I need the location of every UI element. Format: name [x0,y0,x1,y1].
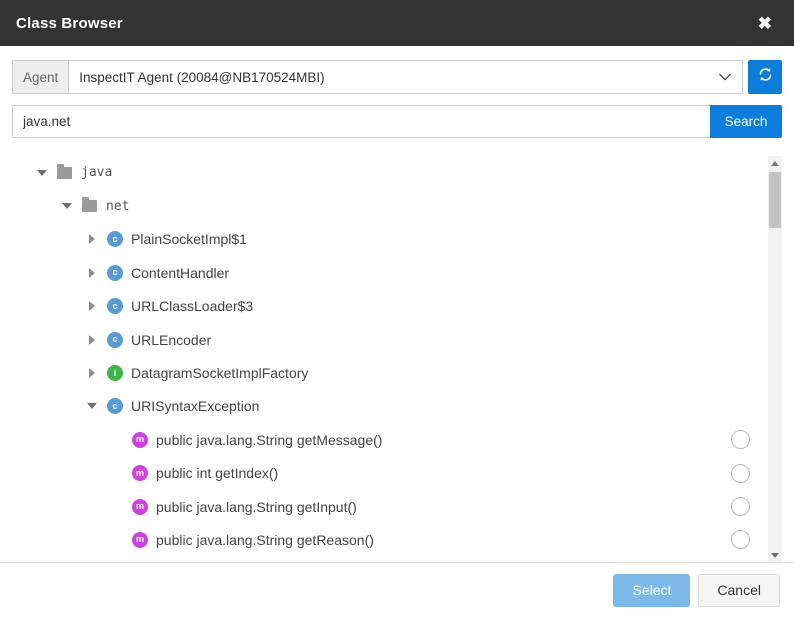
method-badge-icon: m [132,531,148,548]
twisty-collapsed-icon[interactable] [84,365,100,381]
tree-node[interactable]: c URLClassLoader$3 [12,290,762,323]
twisty-placeholder [109,499,125,515]
tree-node[interactable]: m public int getIndex() [12,457,762,490]
cancel-button[interactable]: Cancel [698,573,780,608]
class-browser-dialog: Class Browser ✖ Agent InspectIT Agent (2… [0,0,794,618]
agent-selected-value: InspectIT Agent (20084@NB170524MBI) [79,69,325,85]
method-select-radio[interactable] [731,530,750,550]
search-input[interactable] [12,105,710,138]
tree-node-label: ContentHandler [131,264,230,281]
tree-node[interactable]: c ContentHandler [12,256,762,289]
tree-node-label: public int getIndex() [156,465,279,482]
twisty-placeholder [109,432,125,448]
close-icon[interactable]: ✖ [752,11,778,36]
twisty-collapsed-icon[interactable] [84,298,100,314]
class-badge-icon: c [107,298,123,315]
tree-node-label: public java.lang.String getInput() [156,498,357,515]
tree-node-label: URISyntaxException [131,398,260,415]
class-badge-icon: c [107,398,123,415]
method-select-radio[interactable] [731,497,750,517]
twisty-expanded-icon[interactable] [34,165,50,181]
twisty-placeholder [109,532,125,548]
tree-node[interactable]: c URLEncoder [12,323,762,356]
class-badge-icon: c [107,331,123,348]
select-button[interactable]: Select [613,573,691,608]
class-badge-icon: c [107,264,123,281]
agent-select[interactable]: InspectIT Agent (20084@NB170524MBI) [68,60,743,94]
dialog-titlebar: Class Browser ✖ [0,0,794,46]
refresh-icon [757,66,774,88]
tree-node[interactable]: m public java.lang.String getReason() [12,523,762,556]
tree-node-label: java [81,165,113,181]
search-row: Search [12,105,782,138]
method-badge-icon: m [132,465,148,482]
tree-node[interactable]: i DatagramSocketImplFactory [12,356,762,389]
agent-label: Agent [12,60,69,94]
tree-node[interactable]: java [12,156,762,189]
method-select-radio[interactable] [731,463,750,483]
scroll-down-arrow-icon[interactable] [768,548,782,562]
twisty-placeholder [109,465,125,481]
tree-node[interactable]: c PlainSocketImpl$1 [12,223,762,256]
search-button[interactable]: Search [710,105,782,138]
tree-node-label: URLEncoder [131,331,212,348]
tree-node[interactable]: net [12,189,762,222]
tree-node[interactable]: c URISyntaxException [12,390,762,423]
twisty-collapsed-icon[interactable] [84,231,100,247]
refresh-agents-button[interactable] [748,60,782,94]
class-badge-icon: c [107,231,123,248]
twisty-collapsed-icon[interactable] [84,265,100,281]
dialog-footer: Select Cancel [0,562,794,618]
class-tree[interactable]: java net c PlainSocketImpl$1 c ContentHandler… [12,156,768,562]
twisty-expanded-icon[interactable] [59,198,75,214]
method-badge-icon: m [132,498,148,515]
tree-node-label: DatagramSocketImplFactory [131,365,309,382]
method-select-radio[interactable] [731,430,750,450]
tree-node[interactable]: m public java.lang.String getInput() [12,490,762,523]
interface-badge-icon: i [107,365,123,382]
method-badge-icon: m [132,431,148,448]
chevron-down-icon [718,70,732,84]
tree-node-label: public java.lang.String getMessage() [156,431,383,448]
tree-node-label: net [106,198,130,214]
twisty-expanded-icon[interactable] [84,398,100,414]
tree-scrollbar[interactable] [768,156,782,562]
folder-icon [57,163,72,179]
tree-node-label: public java.lang.String getReason() [156,531,374,548]
dialog-title: Class Browser [16,14,123,32]
tree-node-label: URLClassLoader$3 [131,298,254,315]
twisty-collapsed-icon[interactable] [84,332,100,348]
scrollbar-thumb[interactable] [769,172,781,228]
class-tree-panel: java net c PlainSocketImpl$1 c ContentHandler… [12,156,782,562]
folder-icon [82,197,97,213]
scroll-up-arrow-icon[interactable] [768,156,782,170]
agent-row: Agent InspectIT Agent (20084@NB170524MBI… [12,60,782,94]
tree-node-label: PlainSocketImpl$1 [131,231,247,248]
tree-node[interactable]: m public java.lang.String getMessage() [12,423,762,456]
